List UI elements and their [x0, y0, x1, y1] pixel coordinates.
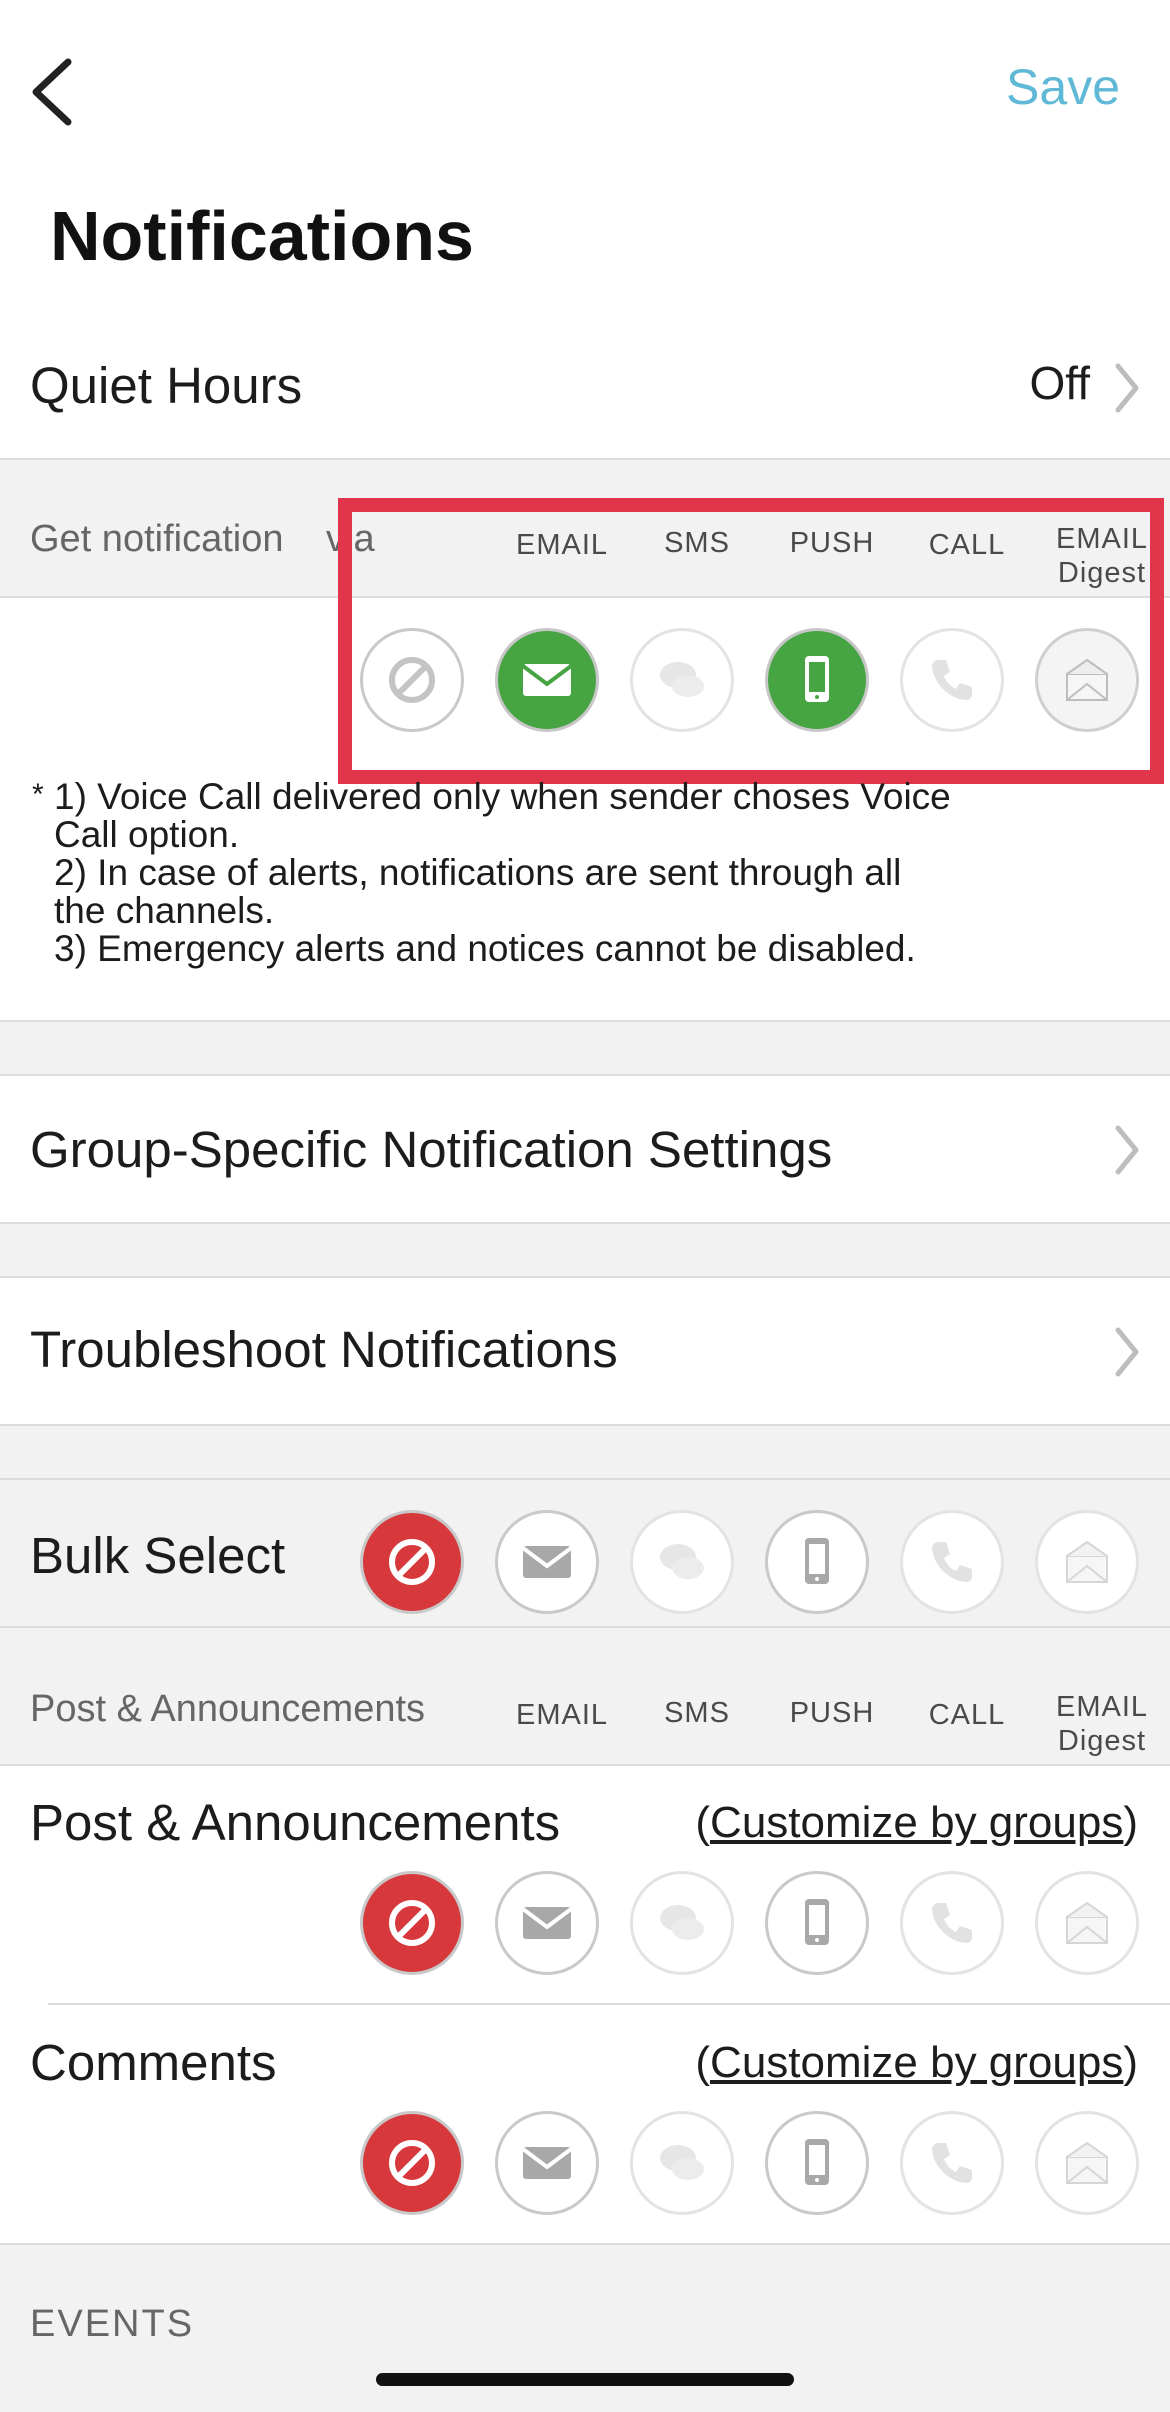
note-star: * — [32, 778, 44, 811]
customize-by-groups-link[interactable]: (Customize by groups) — [695, 1798, 1138, 1848]
envelope-digest-icon — [1066, 1540, 1108, 1583]
col-email: EMAIL — [515, 1699, 609, 1731]
troubleshoot-row[interactable]: Troubleshoot Notifications — [0, 1278, 1170, 1424]
troubleshoot-label: Troubleshoot Notifications — [30, 1321, 618, 1378]
post-section-header: Post & Announcements EMAIL SMS PUSH CALL… — [0, 1628, 1170, 1764]
back-chevron-icon — [32, 58, 72, 126]
item-title: Post & Announcements — [30, 1794, 561, 1851]
envelope-digest-icon — [1066, 2141, 1108, 2184]
link-text: Customize by groups — [710, 1798, 1124, 1847]
envelope-digest-icon — [1066, 1901, 1108, 1944]
note-line: 2) In case of alerts, notifications are … — [54, 852, 902, 893]
item-none-toggle[interactable] — [360, 2111, 464, 2215]
phone-handset-icon — [932, 1542, 972, 1582]
bulk-select-label: Bulk Select — [30, 1527, 286, 1584]
spacer-band — [0, 1426, 1170, 1478]
link-paren: ( — [695, 1798, 711, 1847]
col-sms: SMS — [664, 1697, 730, 1729]
item-email-digest-toggle[interactable] — [1035, 2111, 1139, 2215]
phone-handset-icon — [932, 2143, 972, 2183]
item-none-toggle[interactable] — [360, 1871, 464, 1975]
customize-by-groups-link[interactable]: (Customize by groups) — [695, 2038, 1138, 2088]
mobile-phone-icon — [805, 1538, 829, 1584]
divider — [0, 1764, 1170, 1766]
link-text: Customize by groups — [710, 2038, 1124, 2087]
col-email-digest-bottom: Digest — [1057, 1725, 1147, 1757]
spacer-band — [0, 1022, 1170, 1074]
highlight-box — [338, 498, 1164, 784]
quiet-hours-value: Off — [1029, 357, 1090, 409]
bulk-sms-toggle[interactable] — [630, 1510, 734, 1614]
note-line: 3) Emergency alerts and notices cannot b… — [54, 928, 916, 969]
col-call: CALL — [928, 1699, 1006, 1731]
chevron-right-icon — [1115, 1327, 1139, 1377]
link-paren: ) — [1123, 1798, 1138, 1847]
link-paren: ( — [695, 2038, 711, 2087]
item-divider — [48, 2003, 1170, 2005]
envelope-icon — [521, 1907, 573, 1939]
envelope-icon — [521, 1546, 573, 1578]
notes-text: * 1) Voice Call delivered only when send… — [32, 778, 951, 968]
item-call-toggle[interactable] — [900, 2111, 1004, 2215]
channels-header-prefix: Get notification — [30, 518, 284, 560]
item-title: Comments — [30, 2034, 277, 2091]
col-email-digest: EMAIL Digest — [1045, 1690, 1159, 1758]
item-push-toggle[interactable] — [765, 1871, 869, 1975]
note-line: Call option. — [54, 814, 240, 855]
phone-handset-icon — [932, 1903, 972, 1943]
quiet-hours-row[interactable]: Quiet Hours Off — [0, 320, 1170, 460]
bulk-none-toggle[interactable] — [360, 1510, 464, 1614]
no-entry-icon — [389, 1900, 435, 1946]
envelope-icon — [521, 2147, 573, 2179]
group-specific-settings-row[interactable]: Group-Specific Notification Settings — [0, 1076, 1170, 1222]
chevron-right-icon — [1115, 363, 1139, 413]
note-line: the channels. — [54, 890, 275, 931]
item-email-toggle[interactable] — [495, 1871, 599, 1975]
bulk-email-toggle[interactable] — [495, 1510, 599, 1614]
save-button[interactable]: Save — [1006, 58, 1120, 116]
col-email-digest-top: EMAIL — [1055, 1691, 1149, 1723]
item-sms-toggle[interactable] — [630, 2111, 734, 2215]
col-push: PUSH — [789, 1697, 875, 1729]
channels-header-label: Get notification via — [30, 518, 375, 561]
chat-bubbles-icon — [660, 1544, 704, 1579]
item-sms-toggle[interactable] — [630, 1871, 734, 1975]
post-section-label: Post & Announcements — [30, 1688, 426, 1730]
back-button[interactable] — [22, 52, 92, 132]
no-entry-icon — [389, 1539, 435, 1585]
item-email-toggle[interactable] — [495, 2111, 599, 2215]
chat-bubbles-icon — [660, 2145, 704, 2180]
no-entry-icon — [389, 2140, 435, 2186]
quiet-hours-label: Quiet Hours — [30, 357, 303, 414]
mobile-phone-icon — [805, 2139, 829, 2185]
link-paren: ) — [1123, 2038, 1138, 2087]
chevron-right-icon — [1115, 1125, 1139, 1175]
bulk-email-digest-toggle[interactable] — [1035, 1510, 1139, 1614]
bulk-push-toggle[interactable] — [765, 1510, 869, 1614]
home-indicator[interactable] — [376, 2373, 794, 2386]
page-title: Notifications — [50, 197, 474, 275]
spacer-band — [0, 1224, 1170, 1276]
item-push-toggle[interactable] — [765, 2111, 869, 2215]
note-line: 1) Voice Call delivered only when sender… — [54, 776, 951, 817]
item-call-toggle[interactable] — [900, 1871, 1004, 1975]
events-section-header: EVENTS — [0, 2245, 1170, 2412]
top-bar: Save — [0, 0, 1170, 180]
mobile-phone-icon — [805, 1899, 829, 1945]
chat-bubbles-icon — [660, 1905, 704, 1940]
group-specific-label: Group-Specific Notification Settings — [30, 1121, 833, 1178]
item-email-digest-toggle[interactable] — [1035, 1871, 1139, 1975]
events-label: EVENTS — [30, 2303, 195, 2345]
bulk-call-toggle[interactable] — [900, 1510, 1004, 1614]
